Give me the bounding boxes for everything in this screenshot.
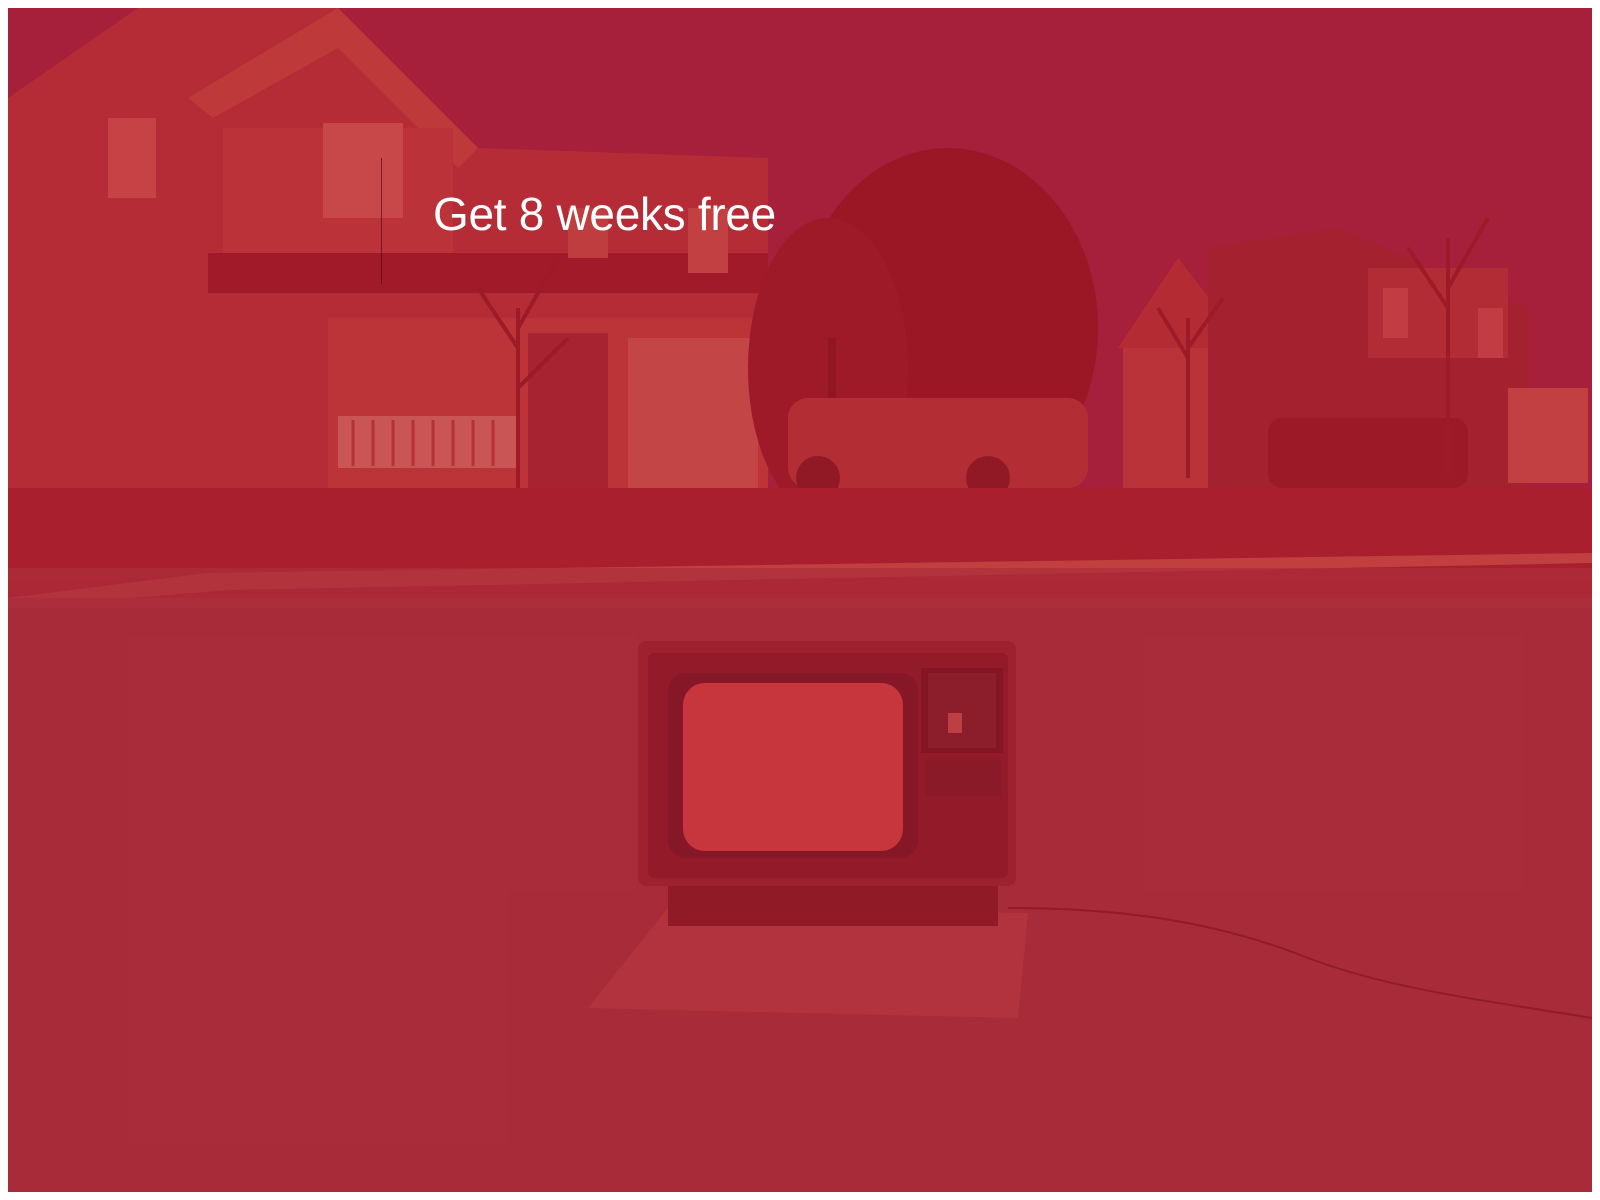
vertical-divider [381, 158, 382, 284]
promo-headline: Get 8 weeks free [433, 188, 776, 240]
hero-background-image [8, 8, 1592, 1192]
hero-banner[interactable]: Get 8 weeks free [8, 8, 1592, 1192]
